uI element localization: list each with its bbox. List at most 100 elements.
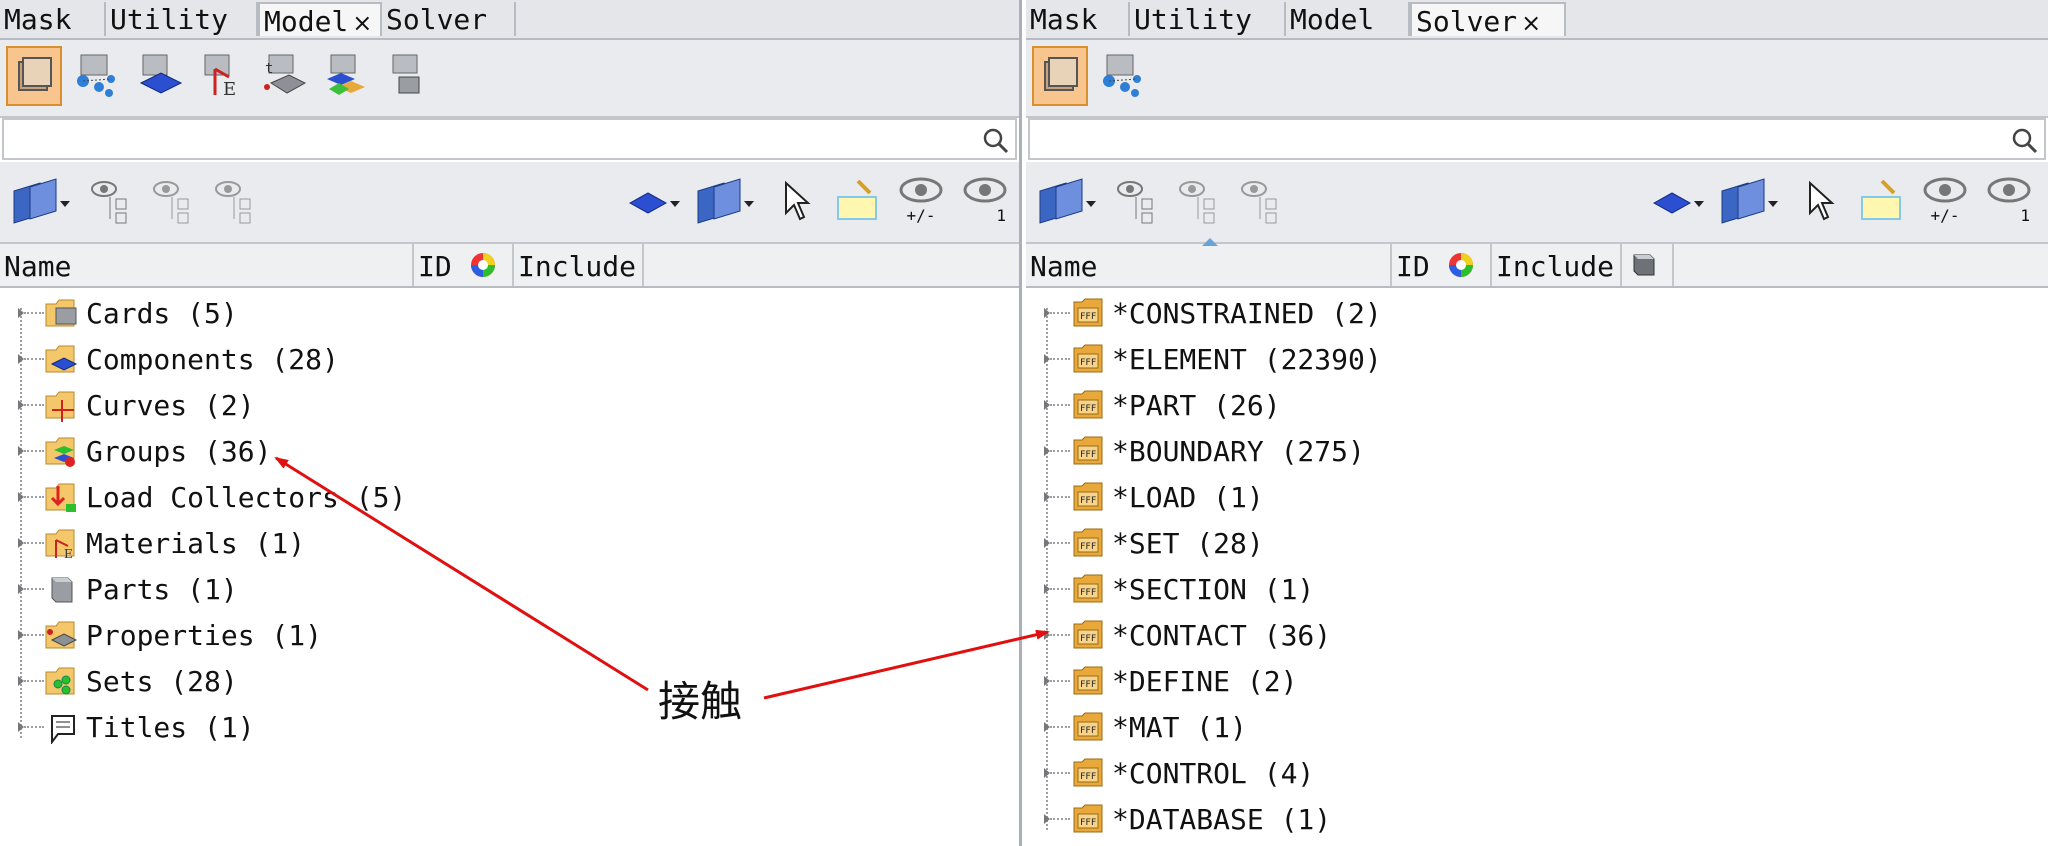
search-input[interactable] xyxy=(10,122,975,158)
tree-item-parts[interactable]: Parts (1) xyxy=(0,566,1019,612)
assembly-view-button[interactable] xyxy=(318,46,374,106)
keyword-row[interactable]: FFF *DEFINE (2) xyxy=(1026,658,2048,704)
display-mode-dropdown[interactable] xyxy=(1036,174,1100,230)
shading-dropdown[interactable] xyxy=(694,174,758,230)
tab-mask[interactable]: Mask xyxy=(1026,2,1130,36)
hide-all-button[interactable] xyxy=(150,174,198,230)
tree-item-label: Load Collectors (5) xyxy=(86,480,407,514)
tree-item-load-collectors[interactable]: Load Collectors (5) xyxy=(0,474,1019,520)
element-display-dropdown[interactable] xyxy=(628,174,692,230)
tab-bar: Mask Utility Model Solver × xyxy=(1026,0,2048,40)
id-column-header[interactable]: ID xyxy=(414,244,514,286)
tree-item-titles[interactable]: Titles (1) xyxy=(0,704,1019,750)
solver-browser-panel: Mask Utility Model Solver × +/- 1 Name I… xyxy=(1026,0,2048,846)
tree-item-properties[interactable]: Properties (1) xyxy=(0,612,1019,658)
tree-item-groups[interactable]: Groups (36) xyxy=(0,428,1019,474)
tree-item-cards[interactable]: Cards (5) xyxy=(0,290,1019,336)
tree-connector xyxy=(24,726,44,728)
isolate-button[interactable] xyxy=(832,174,882,230)
keyword-folder-icon: FFF xyxy=(1073,758,1103,787)
tree-item-components[interactable]: Components (28) xyxy=(0,336,1019,382)
hide-all-button[interactable] xyxy=(1176,174,1224,230)
svg-text:FFF: FFF xyxy=(1080,312,1096,322)
solver-view-button[interactable] xyxy=(1032,46,1088,106)
one-label: 1 xyxy=(996,206,1006,225)
property-view-button[interactable]: t xyxy=(256,46,312,106)
material-view-button[interactable]: E xyxy=(194,46,250,106)
tab-mask[interactable]: Mask xyxy=(0,2,106,36)
include-column-header[interactable]: Include xyxy=(1492,244,1622,286)
materials-folder-icon: E xyxy=(45,529,75,560)
keyword-row[interactable]: FFF *CONSTRAINED (2) xyxy=(1026,290,2048,336)
tree-item-materials[interactable]: E Materials (1) xyxy=(0,520,1019,566)
browser-search-box xyxy=(1028,118,2046,160)
select-button[interactable] xyxy=(1802,174,1842,230)
id-column-header[interactable]: ID xyxy=(1392,244,1492,286)
header-label: ID xyxy=(1396,250,1430,283)
tab-solver[interactable]: Solver × xyxy=(1410,2,1566,38)
shaded-faces-icon xyxy=(13,178,70,224)
connectivity-view-button[interactable] xyxy=(1094,46,1150,106)
plus-minus-label: +/- xyxy=(1930,206,1960,225)
display-mode-dropdown[interactable] xyxy=(10,174,74,230)
eye-tree-reverse-icon xyxy=(215,181,251,224)
property-icon: t xyxy=(264,54,307,94)
keyword-label: *BOUNDARY (275) xyxy=(1112,434,1365,468)
connectivity-view-button[interactable] xyxy=(68,46,124,106)
tree-item-sets[interactable]: Sets (28) xyxy=(0,658,1019,704)
keyword-row[interactable]: FFF *SET (28) xyxy=(1026,520,2048,566)
part-cube-icon xyxy=(1633,254,1655,276)
keyword-row[interactable]: FFF *PART (26) xyxy=(1026,382,2048,428)
show-all-button[interactable] xyxy=(1114,174,1162,230)
isolate-button[interactable] xyxy=(1856,174,1906,230)
reverse-display-button[interactable] xyxy=(212,174,260,230)
show-all-button[interactable] xyxy=(88,174,136,230)
name-column-header[interactable]: Name xyxy=(1026,238,1392,286)
keyword-folder-icon: FFF xyxy=(1073,436,1103,465)
keyword-row[interactable]: FFF *CONTACT (36) xyxy=(1026,612,2048,658)
show-hide-toggle-button[interactable]: +/- xyxy=(1920,174,1970,230)
component-view-button[interactable] xyxy=(132,46,188,106)
name-column-header[interactable]: Name xyxy=(0,244,414,286)
search-input[interactable] xyxy=(1036,122,2004,158)
tab-solver[interactable]: Solver xyxy=(382,2,516,36)
model-view-button[interactable] xyxy=(6,46,62,106)
parts-column-header[interactable] xyxy=(1622,244,1674,286)
svg-text:E: E xyxy=(223,79,236,99)
include-column-header[interactable]: Include xyxy=(514,244,644,286)
svg-text:FFF: FFF xyxy=(1080,542,1096,552)
keyword-row[interactable]: FFF *LOAD (1) xyxy=(1026,474,2048,520)
tab-utility[interactable]: Utility xyxy=(106,2,258,36)
keyword-row[interactable]: FFF *ELEMENT (22390) xyxy=(1026,336,2048,382)
show-hide-toggle-button[interactable]: +/- xyxy=(896,174,946,230)
keyword-folder-icon: FFF xyxy=(1073,482,1103,511)
svg-text:FFF: FFF xyxy=(1080,818,1096,828)
close-tab-icon[interactable]: × xyxy=(1521,9,1541,37)
close-tab-icon[interactable]: × xyxy=(352,9,372,37)
tab-utility[interactable]: Utility xyxy=(1130,2,1286,36)
reverse-display-button[interactable] xyxy=(1238,174,1286,230)
svg-text:FFF: FFF xyxy=(1080,680,1096,690)
color-wheel-icon xyxy=(471,253,495,277)
model-browser-panel: Mask Utility Model × Solver E t +/- 1 Na… xyxy=(0,0,1022,846)
keyword-row[interactable]: FFF *CONTROL (4) xyxy=(1026,750,2048,796)
keyword-row[interactable]: FFF *DATABASE (1) xyxy=(1026,796,2048,842)
keyword-row[interactable]: FFF *MAT (1) xyxy=(1026,704,2048,750)
header-label: Name xyxy=(4,250,72,283)
eye-tree-hide-icon xyxy=(153,181,189,224)
tree-item-curves[interactable]: Curves (2) xyxy=(0,382,1019,428)
keyword-row[interactable]: FFF *SECTION (1) xyxy=(1026,566,2048,612)
include-view-button[interactable] xyxy=(380,46,436,106)
element-display-dropdown[interactable] xyxy=(1652,174,1716,230)
keyword-row[interactable]: FFF *BOUNDARY (275) xyxy=(1026,428,2048,474)
browser-search-box xyxy=(2,118,1017,160)
select-button[interactable] xyxy=(778,174,818,230)
search-icon[interactable] xyxy=(981,126,1009,154)
shading-dropdown[interactable] xyxy=(1718,174,1782,230)
tab-label: Model xyxy=(1290,3,1375,36)
tab-model[interactable]: Model × xyxy=(258,2,382,38)
tab-model[interactable]: Model xyxy=(1286,2,1410,36)
search-icon[interactable] xyxy=(2010,126,2038,154)
show-only-button[interactable]: 1 xyxy=(960,174,1010,230)
show-only-button[interactable]: 1 xyxy=(1984,174,2034,230)
